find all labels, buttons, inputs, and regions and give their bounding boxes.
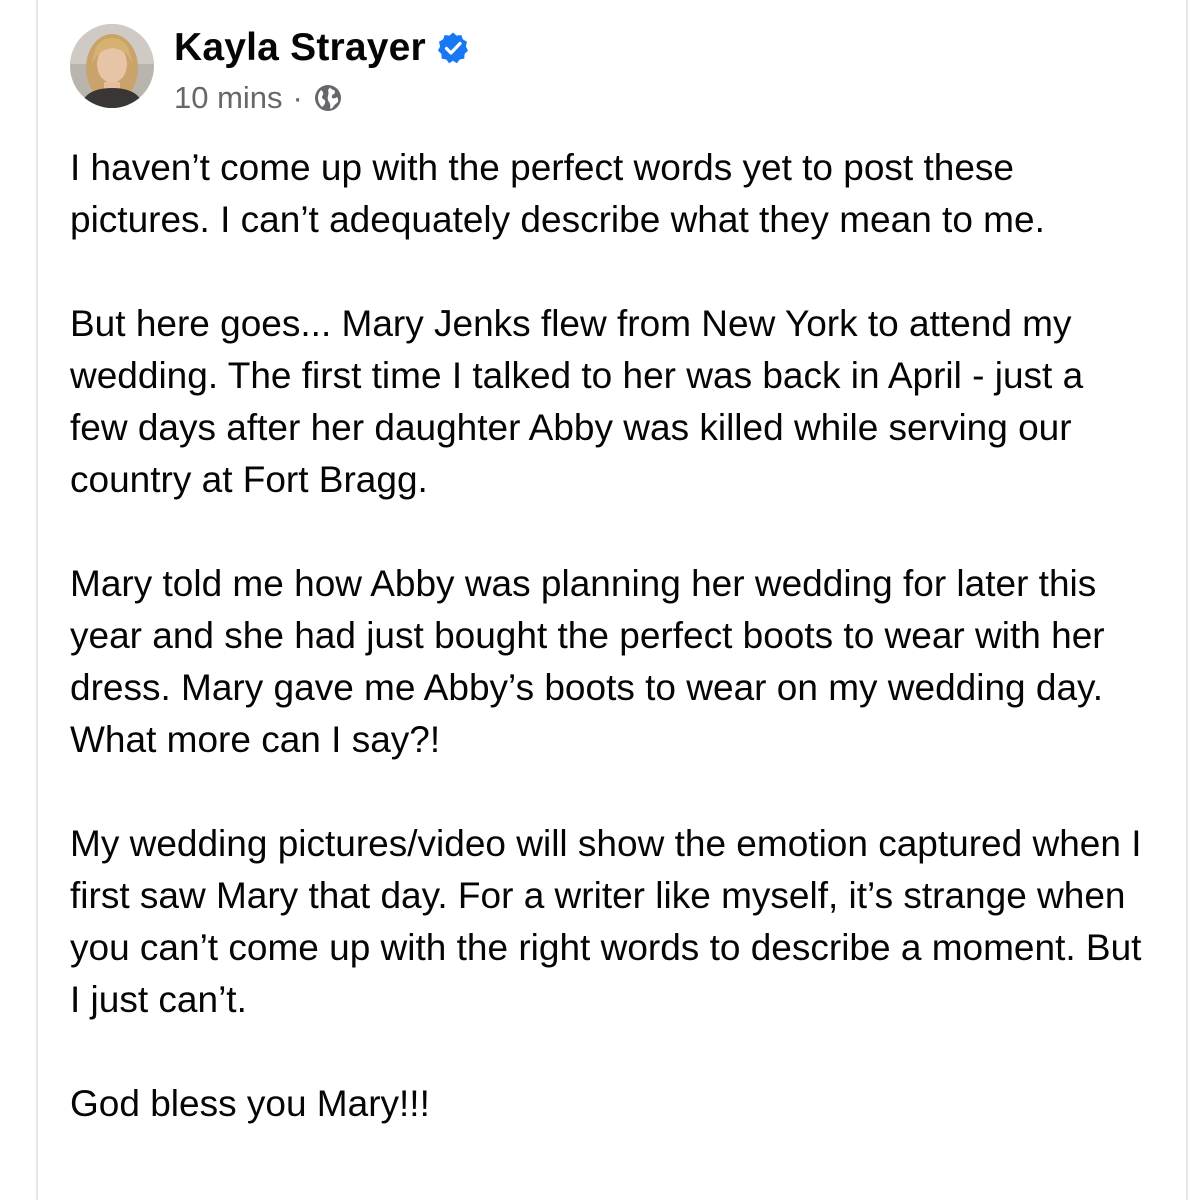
separator-dot: · [292,80,303,115]
post-header: Kayla Strayer 10 mins · [70,22,1150,122]
post-paragraph: Mary told me how Abby was planning her w… [70,563,1105,760]
post-paragraph: My wedding pictures/video will show the … [70,823,1142,1020]
author-row: Kayla Strayer [174,22,470,74]
profile-photo-icon [70,24,154,108]
post-paragraph: But here goes... Mary Jenks flew from Ne… [70,303,1084,500]
author-name[interactable]: Kayla Strayer [174,26,426,70]
avatar[interactable] [70,24,154,108]
verified-badge-icon [436,31,470,65]
globe-icon[interactable] [313,83,343,113]
left-divider [36,0,38,1200]
post-timestamp[interactable]: 10 mins [174,80,283,116]
post-paragraph: I haven’t come up with the perfect words… [70,147,1045,240]
post-paragraph: God bless you Mary!!! [70,1083,430,1124]
right-divider [1186,0,1188,1200]
post-subtitle: 10 mins · [174,76,470,120]
post-body: I haven’t come up with the perfect words… [70,142,1150,1130]
post-meta: Kayla Strayer 10 mins · [174,22,470,120]
post-card: Kayla Strayer 10 mins · I haven’t come u… [70,22,1150,1130]
